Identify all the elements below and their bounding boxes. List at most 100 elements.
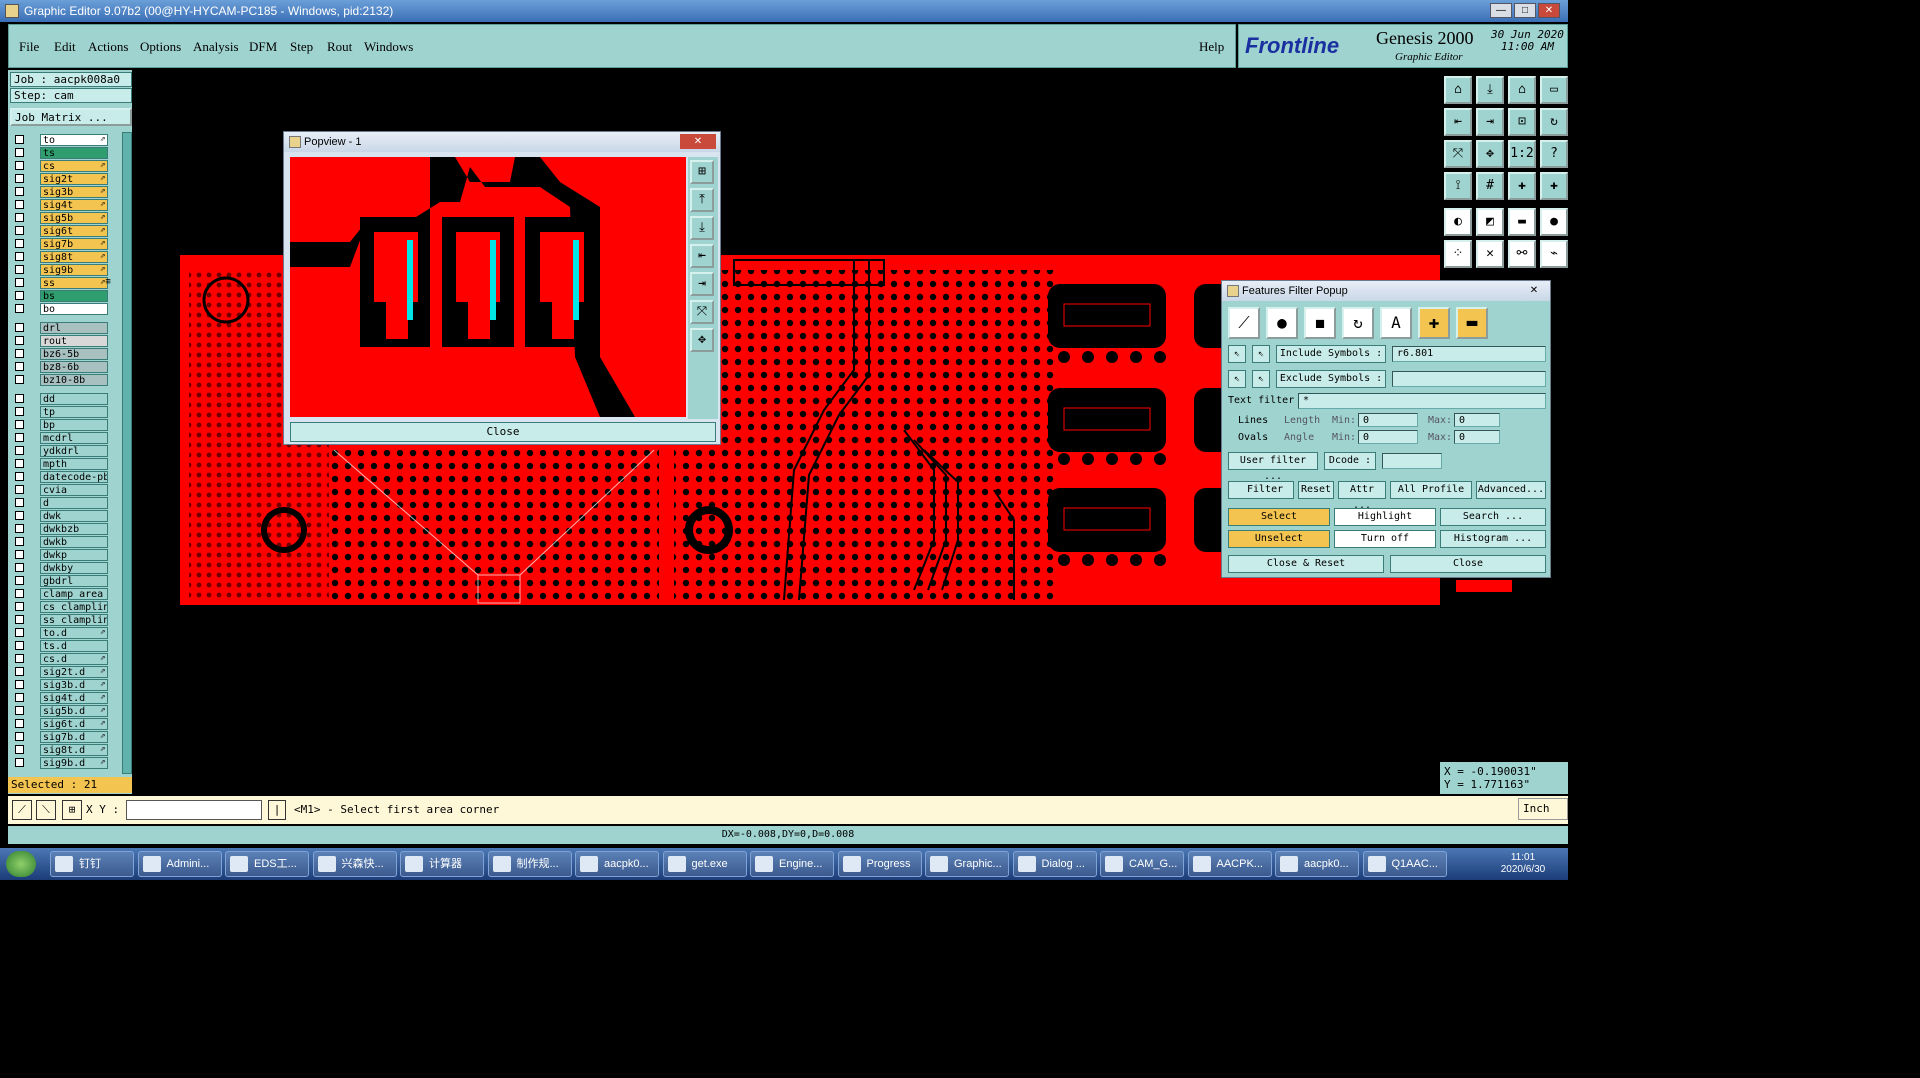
filter-checkbox[interactable]: Filter [1228,481,1294,499]
arc-feature-icon[interactable]: ↻ [1342,307,1374,339]
advanced-button[interactable]: Advanced... [1476,481,1546,499]
layer-checkbox[interactable] [15,304,24,313]
length-min-input[interactable]: 0 [1358,413,1418,427]
minimize-button[interactable]: — [1490,3,1512,18]
filter-close-icon[interactable]: ✕ [1522,283,1546,298]
layer-scrollbar[interactable] [122,132,132,774]
layer-checkbox[interactable] [15,336,24,345]
layer-row-dwkb[interactable]: dwkb [10,536,126,549]
units-selector[interactable]: Inch [1518,798,1568,820]
surface-feature-icon[interactable]: ◼ [1304,307,1336,339]
layer-name[interactable]: mpth [40,458,108,470]
popview-close-icon[interactable]: ✕ [680,134,716,149]
grid-icon[interactable]: # [1476,172,1504,200]
angle-min-input[interactable]: 0 [1358,430,1418,444]
menu-dfm[interactable]: DFM [249,39,277,55]
exclude-pick-icon[interactable]: ⇖ [1228,370,1246,388]
layer-row-cvia[interactable]: cvia [10,484,126,497]
layer-name[interactable]: datecode-pb [40,471,108,483]
snap-red-icon[interactable]: ✚ [1540,172,1568,200]
layer-checkbox[interactable] [15,174,24,183]
layer-checkbox[interactable] [15,641,24,650]
popview-zoom-in-icon[interactable]: ⊞ [690,160,714,184]
layer-row-mpth[interactable]: mpth [10,458,126,471]
layer-checkbox[interactable] [15,602,24,611]
help-query-icon[interactable]: ? [1540,140,1568,168]
menu-file[interactable]: File [19,39,39,55]
menu-rout[interactable]: Rout [327,39,352,55]
layer-row-bz6-5b[interactable]: bz6-5b [10,348,126,361]
layer-row-sig5b[interactable]: sig5b ⇗ [10,212,126,225]
layer-row-rout[interactable]: rout [10,335,126,348]
layer-row-dwkby[interactable]: dwkby [10,562,126,575]
layer-row-ts-d[interactable]: ts.d [10,640,126,653]
layer-name[interactable]: ts [40,147,108,159]
layer-checkbox[interactable] [15,693,24,702]
select-button[interactable]: Select [1228,508,1330,526]
layer-checkbox[interactable] [15,375,24,384]
layer-row-sig6t[interactable]: sig6t ⇗ [10,225,126,238]
layer-checkbox[interactable] [15,394,24,403]
layer-name[interactable]: ss [40,277,108,289]
layer-row-mcdrl[interactable]: mcdrl [10,432,126,445]
taskbar-item[interactable]: Admini... [137,851,222,877]
include-list-icon[interactable]: ⇖ [1252,345,1270,363]
layer-checkbox[interactable] [15,719,24,728]
layer-name[interactable]: bz10-8b [40,374,108,386]
layer-checkbox[interactable] [15,187,24,196]
layer-checkbox[interactable] [15,485,24,494]
layer-checkbox[interactable] [15,745,24,754]
window-icon[interactable]: ▭ [1540,76,1568,104]
layer-name[interactable]: cs [40,160,108,172]
exclude-list-icon[interactable]: ⇖ [1252,370,1270,388]
layer-checkbox[interactable] [15,732,24,741]
attr-button[interactable]: Attr ... [1338,481,1386,511]
grid-tool-icon[interactable]: ⊞ [62,800,82,820]
layer-name[interactable]: bs [40,290,108,302]
layer-checkbox[interactable] [15,278,24,287]
include-pick-icon[interactable]: ⇖ [1228,345,1246,363]
layer-row-sig7b-d[interactable]: sig7b.d ⇗ [10,731,126,744]
menu-options[interactable]: Options [140,39,181,55]
all-profile-dropdown[interactable]: All Profile [1390,481,1472,499]
layer-row-ts[interactable]: ts [10,147,126,160]
layer-row-to[interactable]: to ⇗ [10,134,126,147]
layer-checkbox[interactable] [15,589,24,598]
menu-step[interactable]: Step [290,39,313,55]
layer-row-sig4t-d[interactable]: sig4t.d ⇗ [10,692,126,705]
layer-name[interactable]: ts.d [40,640,108,652]
layer-row-sig3b[interactable]: sig3b ⇗ [10,186,126,199]
layer-checkbox[interactable] [15,563,24,572]
outline-icon[interactable]: ◩ [1476,208,1504,236]
turn-off-button[interactable]: Turn off [1334,530,1436,548]
layer-checkbox[interactable] [15,615,24,624]
layer-name[interactable]: to [40,134,108,146]
filter-close-button[interactable]: Close [1390,555,1546,573]
positive-polarity-icon[interactable]: ✚ [1418,307,1450,339]
layer-checkbox[interactable] [15,252,24,261]
layer-name[interactable]: sig7b.d [40,731,108,743]
taskbar-item[interactable]: 钉钉 [50,851,134,877]
layer-name[interactable]: bz6-5b [40,348,108,360]
reset-button[interactable]: Reset [1298,481,1334,499]
layer-name[interactable]: dwkbzb [40,523,108,535]
layer-row-sig6t-d[interactable]: sig6t.d ⇗ [10,718,126,731]
layer-row-bp[interactable]: bp [10,419,126,432]
layer-checkbox[interactable] [15,239,24,248]
layer-checkbox[interactable] [15,433,24,442]
cross-icon[interactable]: ✕ [1476,240,1504,268]
layer-checkbox[interactable] [15,135,24,144]
fit-icon[interactable]: ⤧ [1444,140,1472,168]
layer-name[interactable]: drl [40,322,108,334]
net-icon[interactable]: ⁘ [1444,240,1472,268]
layer-checkbox[interactable] [15,654,24,663]
layer-checkbox[interactable] [15,323,24,332]
popview-left-icon[interactable]: ⇤ [690,244,714,268]
layer-name[interactable]: sig9b [40,264,108,276]
length-max-input[interactable]: 0 [1454,413,1500,427]
layer-name[interactable]: bo [40,303,108,315]
pad-view-icon[interactable]: ▬ [1508,208,1536,236]
negative-polarity-icon[interactable]: ▬ [1456,307,1488,339]
layer-checkbox[interactable] [15,537,24,546]
job-matrix-button[interactable]: Job Matrix ... [10,108,132,126]
